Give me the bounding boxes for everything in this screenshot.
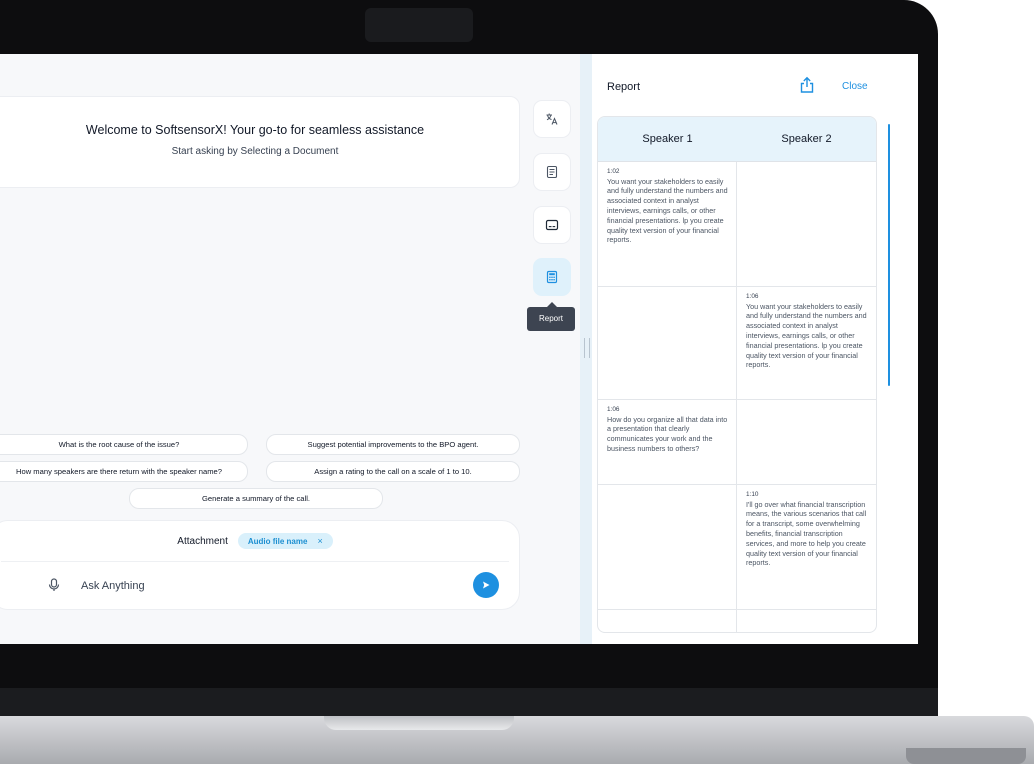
remove-attachment-icon[interactable]: ×	[317, 536, 322, 546]
empty-cell	[737, 162, 876, 286]
transcript-text: You want your stakeholders to easily and…	[607, 176, 728, 245]
empty-cell	[598, 287, 737, 399]
table-row: 1:02 You want your stakeholders to easil…	[598, 162, 876, 287]
translate-button[interactable]	[533, 100, 571, 138]
suggestion-improvements[interactable]: Suggest potential improvements to the BP…	[266, 434, 520, 455]
subtitles-button[interactable]	[533, 206, 571, 244]
subtitles-icon	[545, 219, 559, 231]
transcript-cell: 1:06 You want your stakeholders to easil…	[737, 287, 876, 399]
suggestion-speakers[interactable]: How many speakers are there return with …	[0, 461, 248, 482]
share-icon[interactable]	[799, 76, 815, 94]
attachment-file-name: Audio file name	[247, 536, 308, 546]
table-row: 1:06 How do you organize all that data i…	[598, 400, 876, 485]
camera-notch	[365, 8, 473, 42]
transcript-text: How do you organize all that data into a…	[607, 414, 728, 454]
empty-cell	[598, 610, 737, 632]
report-button[interactable]	[533, 258, 571, 296]
column-speaker-2: Speaker 2	[781, 133, 832, 145]
calculator-icon	[546, 270, 558, 284]
laptop-chin	[0, 688, 938, 718]
timestamp: 1:06	[746, 293, 759, 300]
empty-cell	[737, 400, 876, 484]
laptop-base	[0, 716, 1034, 764]
suggestion-summary[interactable]: Generate a summary of the call.	[129, 488, 383, 509]
attachment-label: Attachment	[177, 535, 228, 547]
app-screen: Welcome to SoftsensorX! Your go-to for s…	[0, 54, 918, 644]
empty-cell	[598, 485, 737, 609]
transcript-cell: 1:10 I'll go over what financial transcr…	[737, 485, 876, 609]
table-row: 1:10 I'll go over what financial transcr…	[598, 485, 876, 610]
transcript-cell: 1:06 How do you organize all that data i…	[598, 400, 737, 484]
suggestion-rating[interactable]: Assign a rating to the call on a scale o…	[266, 461, 520, 482]
document-button[interactable]	[533, 153, 571, 191]
ask-input[interactable]	[79, 576, 443, 596]
empty-cell	[737, 610, 876, 632]
input-row	[1, 561, 509, 608]
table-header: Speaker 1 Speaker 2	[598, 117, 876, 162]
translate-icon	[546, 113, 558, 125]
timestamp: 1:06	[607, 406, 620, 413]
report-tooltip: Report	[527, 302, 575, 331]
close-button[interactable]: Close	[842, 81, 868, 92]
send-icon	[483, 581, 490, 589]
table-row	[598, 610, 876, 632]
suggestion-root-cause[interactable]: What is the root cause of the issue?	[0, 434, 248, 455]
report-scrollbar[interactable]	[888, 124, 890, 386]
message-composer: Attachment Audio file name ×	[0, 520, 520, 610]
send-button[interactable]	[473, 572, 499, 598]
resize-handle[interactable]	[584, 338, 590, 358]
transcript-text: You want your stakeholders to easily and…	[746, 301, 867, 370]
transcript-text: I'll go over what financial transcriptio…	[746, 499, 867, 568]
transcript-cell: 1:02 You want your stakeholders to easil…	[598, 162, 737, 286]
column-speaker-1: Speaker 1	[642, 133, 693, 145]
report-title: Report	[607, 81, 641, 93]
table-row: 1:06 You want your stakeholders to easil…	[598, 287, 876, 400]
welcome-card: Welcome to SoftsensorX! Your go-to for s…	[0, 96, 520, 188]
welcome-subtitle: Start asking by Selecting a Document	[171, 146, 339, 157]
microphone-icon[interactable]	[47, 578, 61, 592]
timestamp: 1:02	[607, 168, 620, 175]
laptop-foot	[906, 748, 1026, 764]
document-icon	[546, 165, 558, 179]
report-panel: Report Close Speaker 1 Speaker 2 1:02 Yo…	[592, 54, 918, 644]
laptop-opening-lip	[324, 716, 514, 730]
transcript-table: Speaker 1 Speaker 2 1:02 You want your s…	[597, 116, 877, 633]
attachment-row: Attachment Audio file name ×	[0, 533, 519, 549]
attachment-chip[interactable]: Audio file name ×	[237, 533, 333, 549]
welcome-title: Welcome to SoftsensorX! Your go-to for s…	[85, 123, 425, 137]
timestamp: 1:10	[746, 491, 759, 498]
